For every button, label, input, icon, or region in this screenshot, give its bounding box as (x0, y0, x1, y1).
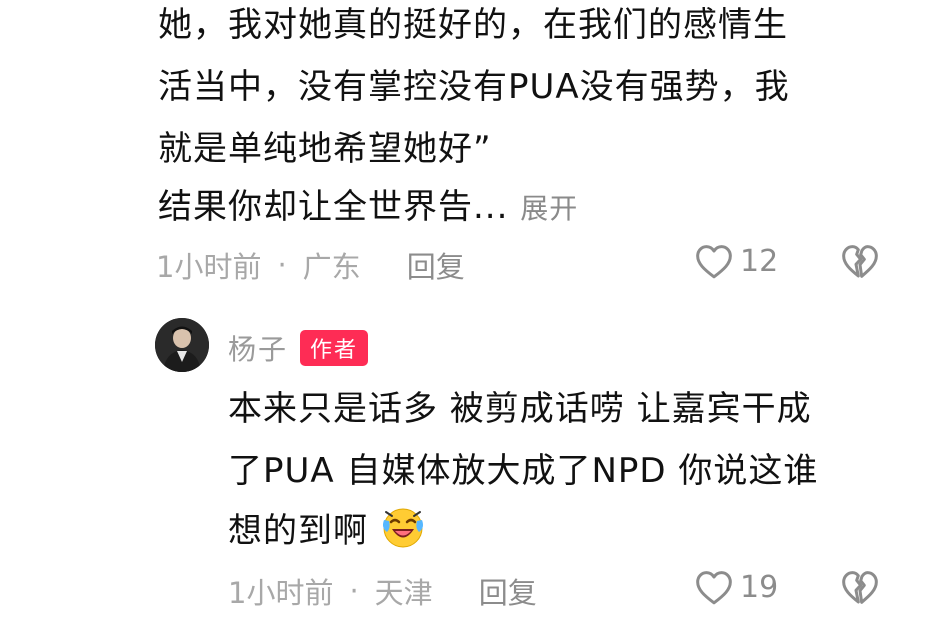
broken-heart-icon (842, 571, 878, 604)
like-button[interactable]: 19 (694, 568, 778, 606)
reply-location: 天津 (374, 576, 433, 610)
meta-separator: · (349, 574, 359, 608)
avatar-image (155, 318, 209, 372)
reply-header: 杨子 作者 (228, 328, 369, 368)
reply-meta: 1小时前 · 天津 回复 (228, 570, 537, 612)
dislike-button[interactable] (840, 568, 880, 610)
comment-text-line: 活当中，没有掌控没有PUA没有强势，我 (158, 67, 790, 107)
comment-text-line: 就是单纯地希望她好” (158, 129, 492, 169)
avatar[interactable] (155, 318, 209, 372)
author-badge: 作者 (300, 330, 369, 366)
reply-text-line: 想的到啊 (228, 511, 368, 551)
dislike-button[interactable] (840, 242, 880, 284)
like-count: 12 (740, 243, 779, 279)
reply-button[interactable]: 回复 (479, 570, 537, 612)
like-button[interactable]: 12 (694, 242, 778, 280)
comment-text-line: 她，我对她真的挺好的，在我们的感情生 (158, 5, 788, 45)
broken-heart-icon (842, 245, 878, 278)
comment-text-line: 结果你却让全世界告... (158, 187, 509, 227)
reply-button[interactable]: 回复 (407, 244, 465, 286)
heart-icon (696, 571, 732, 605)
comment-text-truncated: 结果你却让全世界告... 展开 (158, 176, 578, 240)
laughing-crying-emoji-icon (380, 504, 426, 550)
reply-text-last-line: 想的到啊 (228, 500, 426, 562)
comment-time: 1小时前 (156, 250, 262, 284)
comment-location: 广东 (302, 250, 361, 284)
reply-text-line: 了PUA 自媒体放大成了NPD 你说这谁 (228, 451, 819, 491)
meta-separator: · (277, 248, 287, 282)
reply-text-line: 本来只是话多 被剪成话唠 让嘉宾干成 (228, 389, 812, 429)
reply-time: 1小时前 (228, 576, 334, 610)
expand-link[interactable]: 展开 (520, 192, 578, 225)
comment-meta: 1小时前 · 广东 回复 (156, 244, 465, 286)
like-count: 19 (740, 569, 779, 605)
username[interactable]: 杨子 (228, 328, 288, 368)
heart-icon (696, 245, 732, 279)
